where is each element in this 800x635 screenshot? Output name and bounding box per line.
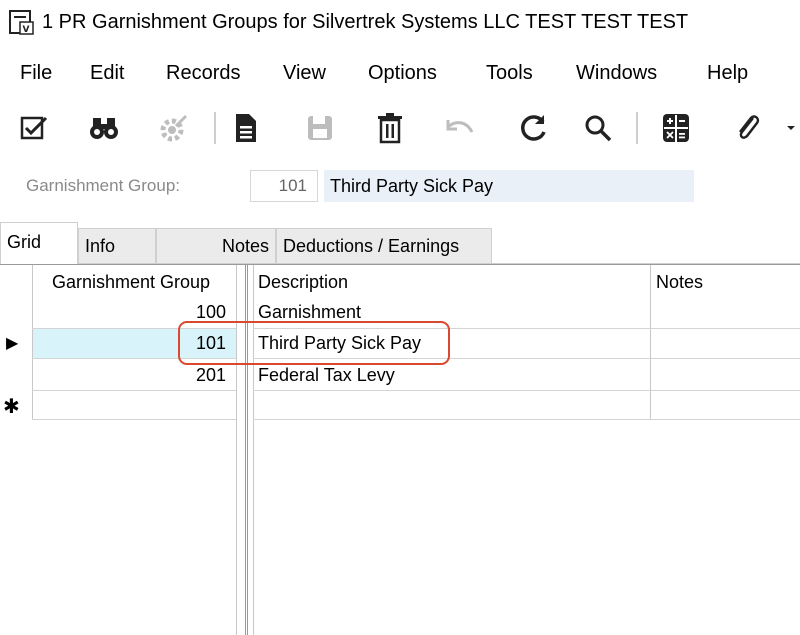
menu-file[interactable]: File xyxy=(20,62,52,85)
app-icon: V xyxy=(9,10,34,35)
tab-notes-label: Notes xyxy=(221,236,269,256)
window-title: 1 PR Garnishment Groups for Silvertrek S… xyxy=(42,10,689,33)
column-header-garnishment-group[interactable]: Garnishment Group xyxy=(52,272,210,293)
tab-info-label: Info xyxy=(85,236,116,256)
delete-icon[interactable] xyxy=(370,106,410,150)
tab-deductions-earnings[interactable]: Deductions / Earnings xyxy=(276,228,492,264)
edit-check-icon[interactable] xyxy=(14,106,54,150)
binoculars-icon[interactable] xyxy=(84,106,124,150)
tab-grid-label: Grid xyxy=(7,232,42,252)
menu-records[interactable]: Records xyxy=(166,62,240,85)
menu-view[interactable]: View xyxy=(283,62,326,85)
calculator-icon[interactable] xyxy=(656,106,696,150)
table-row-group[interactable]: 201 xyxy=(196,365,226,386)
garnishment-group-header: Garnishment Group: 101 Third Party Sick … xyxy=(0,166,800,206)
table-row-description[interactable]: Garnishment xyxy=(258,302,361,323)
dropdown-arrow-icon[interactable] xyxy=(782,106,800,150)
garnishment-group-label: Garnishment Group: xyxy=(26,176,181,195)
search-icon[interactable] xyxy=(578,106,618,150)
garnishment-grid: Garnishment Group Description Notes ▶ ✱ … xyxy=(0,264,800,635)
table-row-description[interactable]: Federal Tax Levy xyxy=(258,365,395,386)
refresh-icon[interactable] xyxy=(514,106,554,150)
settings-gear-icon[interactable] xyxy=(154,106,194,150)
garnishment-group-description-field[interactable]: Third Party Sick Pay xyxy=(324,170,694,202)
column-header-description[interactable]: Description xyxy=(258,272,348,293)
menu-options[interactable]: Options xyxy=(368,62,437,85)
svg-text:V: V xyxy=(23,25,30,35)
tab-bar: Grid Info Notes Deductions / Earnings xyxy=(0,222,800,264)
new-row-indicator-icon[interactable]: ✱ xyxy=(3,394,20,419)
tab-notes[interactable]: Notes xyxy=(156,228,276,264)
title-bar: V 1 PR Garnishment Groups for Silvertrek… xyxy=(0,0,800,44)
menu-windows[interactable]: Windows xyxy=(576,62,657,85)
tab-info[interactable]: Info xyxy=(78,228,156,264)
garnishment-group-number-field[interactable]: 101 xyxy=(250,170,318,202)
menu-bar: File Edit Records View Options Tools Win… xyxy=(0,54,800,94)
new-document-icon[interactable] xyxy=(226,106,266,150)
menu-help[interactable]: Help xyxy=(707,62,748,85)
column-header-notes[interactable]: Notes xyxy=(656,272,703,293)
annotation-highlight-box xyxy=(178,321,450,365)
tab-grid[interactable]: Grid xyxy=(0,222,78,264)
save-icon[interactable] xyxy=(300,106,340,150)
table-row-group[interactable]: 100 xyxy=(196,302,226,323)
current-row-indicator-icon: ▶ xyxy=(6,335,19,352)
tab-deductions-earnings-label: Deductions / Earnings xyxy=(283,236,460,256)
toolbar xyxy=(0,98,800,158)
undo-icon[interactable] xyxy=(440,106,480,150)
menu-edit[interactable]: Edit xyxy=(90,62,124,85)
menu-tools[interactable]: Tools xyxy=(486,62,533,85)
paperclip-icon[interactable] xyxy=(728,106,768,150)
